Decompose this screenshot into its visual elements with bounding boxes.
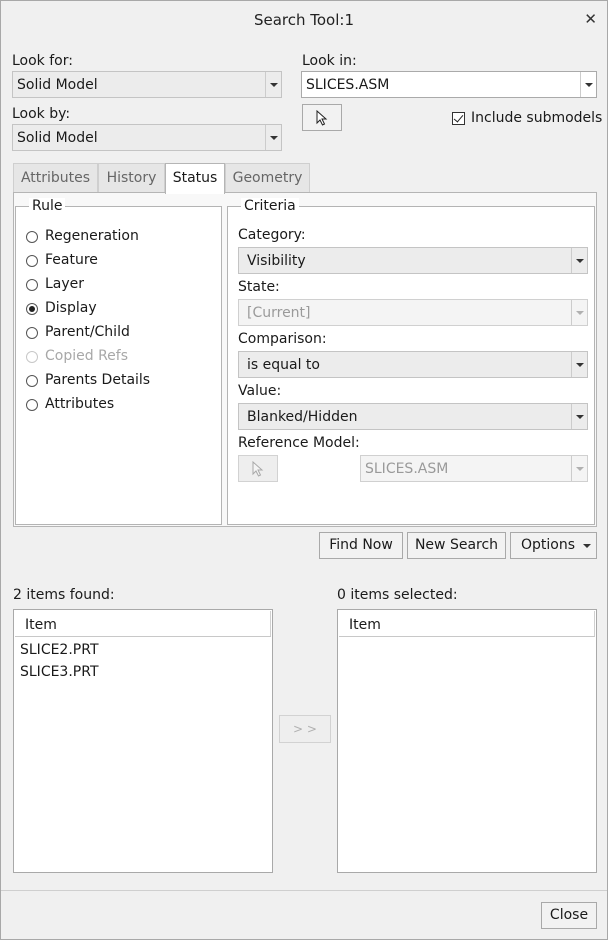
- selected-items-list[interactable]: Item: [337, 609, 597, 873]
- chevron-down-icon: [571, 300, 587, 325]
- tab-attributes[interactable]: Attributes: [13, 163, 98, 193]
- comparison-label: Comparison:: [238, 331, 327, 347]
- radio-button[interactable]: [26, 375, 38, 387]
- chevron-down-icon[interactable]: [265, 72, 281, 97]
- pointer-arrow-icon: [252, 460, 264, 477]
- chevron-down-icon: [571, 456, 587, 481]
- look-for-value: Solid Model: [17, 77, 98, 93]
- new-search-button[interactable]: New Search: [407, 532, 506, 559]
- value-value: Blanked/Hidden: [247, 409, 358, 425]
- value-dropdown[interactable]: Blanked/Hidden: [238, 403, 588, 430]
- look-by-value: Solid Model: [17, 130, 98, 146]
- criteria-legend: Criteria: [241, 198, 299, 214]
- items-found-label: 2 items found:: [13, 587, 115, 603]
- list-item[interactable]: SLICE3.PRT: [20, 664, 99, 680]
- chevron-down-icon[interactable]: [571, 352, 587, 377]
- radio-button[interactable]: [26, 231, 38, 243]
- state-dropdown: [Current]: [238, 299, 588, 326]
- item-column-header[interactable]: Item: [349, 617, 381, 633]
- rule-option-label: Parents Details: [45, 372, 151, 388]
- found-items-list[interactable]: Item SLICE2.PRT SLICE3.PRT: [13, 609, 273, 873]
- pointer-arrow-icon: [316, 109, 328, 126]
- comparison-dropdown[interactable]: is equal to: [238, 351, 588, 378]
- look-by-dropdown[interactable]: Solid Model: [12, 124, 282, 151]
- options-label: Options: [521, 537, 576, 553]
- criteria-group: Criteria Category: Visibility State: [Cu…: [227, 198, 595, 525]
- look-in-label: Look in:: [302, 53, 357, 69]
- include-submodels-label: Include submodels: [471, 110, 603, 126]
- state-value: [Current]: [247, 305, 311, 321]
- look-by-label: Look by:: [12, 106, 71, 122]
- look-in-value: SLICES.ASM: [306, 77, 390, 93]
- found-list-header[interactable]: Item: [15, 611, 271, 637]
- select-model-button[interactable]: [302, 104, 342, 131]
- state-label: State:: [238, 279, 280, 295]
- find-now-button[interactable]: Find Now: [319, 532, 403, 559]
- rule-group: Rule Regeneration Feature Layer Display …: [15, 198, 222, 525]
- radio-button[interactable]: [26, 279, 38, 291]
- title-bar[interactable]: Search Tool:1 ✕: [1, 1, 607, 39]
- category-dropdown[interactable]: Visibility: [238, 247, 588, 274]
- transfer-button[interactable]: > >: [279, 715, 331, 743]
- rule-option-label: Copied Refs: [45, 348, 129, 364]
- search-tool-window: Search Tool:1 ✕ Look for: Solid Model Lo…: [0, 0, 608, 940]
- reference-model-dropdown: SLICES.ASM: [360, 455, 588, 482]
- chevron-down-icon[interactable]: [571, 404, 587, 429]
- tab-history[interactable]: History: [98, 163, 165, 193]
- look-for-label: Look for:: [12, 53, 73, 69]
- rule-option-label: Parent/Child: [45, 324, 130, 340]
- options-button[interactable]: Options: [510, 532, 597, 559]
- reference-model-label: Reference Model:: [238, 435, 360, 451]
- rule-option-label: Attributes: [45, 396, 115, 412]
- chevron-down-icon[interactable]: [580, 72, 596, 97]
- chevron-down-icon[interactable]: [265, 125, 281, 150]
- caret-down-icon: [583, 544, 591, 548]
- rule-option-label: Layer: [45, 276, 85, 292]
- look-for-dropdown[interactable]: Solid Model: [12, 71, 282, 98]
- value-label: Value:: [238, 383, 282, 399]
- select-reference-button: [238, 455, 278, 482]
- rule-option-label: Regeneration: [45, 228, 139, 244]
- selected-list-header[interactable]: Item: [339, 611, 595, 637]
- rule-legend: Rule: [29, 198, 66, 214]
- look-in-dropdown[interactable]: SLICES.ASM: [301, 71, 597, 98]
- reference-model-value: SLICES.ASM: [365, 461, 449, 477]
- category-value: Visibility: [247, 253, 306, 269]
- radio-button-selected[interactable]: [26, 303, 38, 315]
- window-title: Search Tool:1: [253, 11, 355, 29]
- comparison-value: is equal to: [247, 357, 320, 373]
- items-selected-label: 0 items selected:: [337, 587, 458, 603]
- tab-status[interactable]: Status: [165, 163, 225, 194]
- category-label: Category:: [238, 227, 306, 243]
- tab-geometry[interactable]: Geometry: [225, 163, 310, 193]
- rule-option-label: Display: [45, 300, 97, 316]
- radio-button[interactable]: [26, 399, 38, 411]
- close-icon[interactable]: ✕: [584, 10, 597, 28]
- radio-button-disabled: [26, 351, 38, 363]
- chevron-down-icon[interactable]: [571, 248, 587, 273]
- close-button[interactable]: Close: [541, 902, 597, 929]
- radio-button[interactable]: [26, 255, 38, 267]
- list-item[interactable]: SLICE2.PRT: [20, 642, 99, 658]
- rule-option-label: Feature: [45, 252, 98, 268]
- include-submodels-checkbox[interactable]: [452, 112, 465, 125]
- status-tab-panel: Rule Regeneration Feature Layer Display …: [13, 192, 597, 527]
- item-column-header[interactable]: Item: [25, 617, 57, 633]
- footer-divider: [1, 890, 607, 891]
- radio-button[interactable]: [26, 327, 38, 339]
